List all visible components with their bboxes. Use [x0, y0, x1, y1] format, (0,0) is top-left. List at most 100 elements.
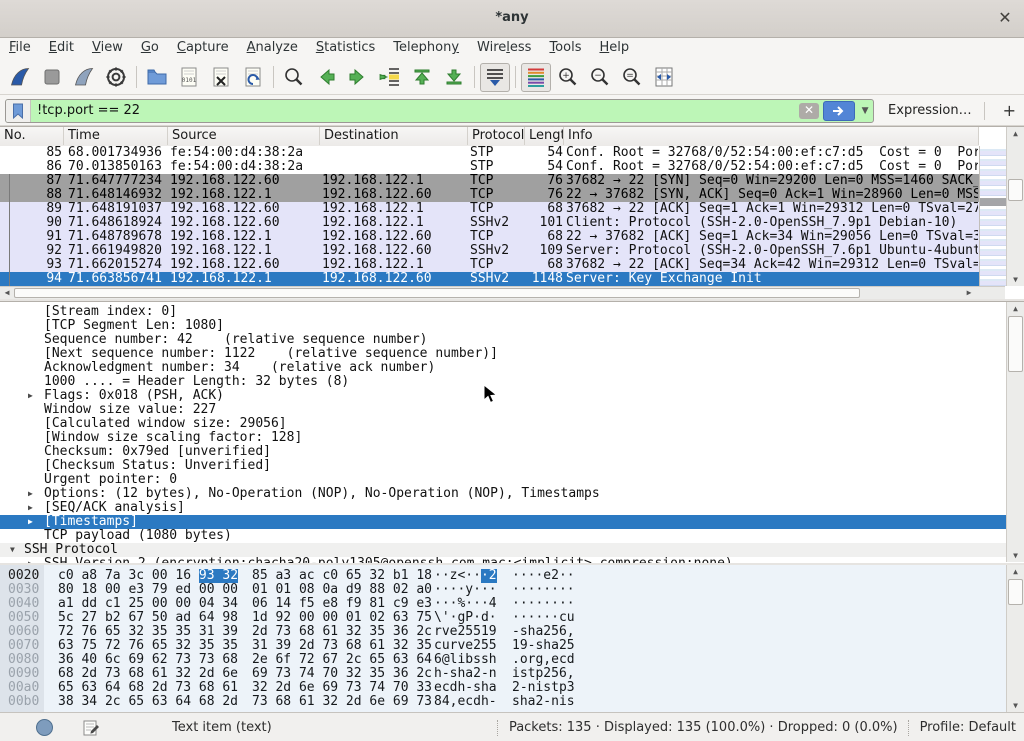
- column-header-length[interactable]: Length: [525, 127, 564, 145]
- packet-list-horizontal-scrollbar[interactable]: ◀ ▶: [0, 286, 1005, 299]
- bytes-vertical-scrollbar[interactable]: ▲ ▼: [1006, 565, 1024, 712]
- open-file-folder-icon[interactable]: [142, 63, 172, 92]
- scroll-right-arrow-icon[interactable]: ▶: [962, 287, 976, 299]
- detail-row[interactable]: [Checksum Status: Unverified]: [0, 459, 1006, 473]
- packet-row-89[interactable]: 8971.648191037192.168.122.60192.168.122.…: [0, 202, 979, 216]
- scroll-up-arrow-icon[interactable]: ▲: [1007, 302, 1024, 315]
- detail-row[interactable]: Window size value: 227: [0, 403, 1006, 417]
- capture-options-gear-icon[interactable]: [101, 63, 131, 92]
- detail-row[interactable]: Urgent pointer: 0: [0, 473, 1006, 487]
- expander-closed-icon[interactable]: ▶: [28, 515, 33, 529]
- save-file-icon[interactable]: 0101: [174, 63, 204, 92]
- hex-row-0050[interactable]: 00505c 27 b2 67 50 ad 64 981d 92 00 00 0…: [0, 611, 1006, 625]
- reload-file-icon[interactable]: [238, 63, 268, 92]
- packet-row-91[interactable]: 9171.648789678192.168.122.1192.168.122.6…: [0, 230, 979, 244]
- expander-closed-icon[interactable]: ▶: [28, 487, 33, 501]
- auto-scroll-icon[interactable]: [480, 63, 510, 92]
- go-forward-icon[interactable]: [343, 63, 373, 92]
- resize-columns-icon[interactable]: [649, 63, 679, 92]
- menu-item-analyze[interactable]: Analyze: [238, 38, 307, 57]
- menu-item-tools[interactable]: Tools: [540, 38, 590, 57]
- scroll-down-arrow-icon[interactable]: ▼: [1007, 549, 1024, 562]
- filter-text[interactable]: !tcp.port == 22: [31, 103, 799, 118]
- detail-row[interactable]: Acknowledgment number: 34 (relative ack …: [0, 361, 1006, 375]
- expander-closed-icon[interactable]: ▶: [28, 389, 33, 403]
- column-header-time[interactable]: Time: [64, 127, 168, 145]
- stop-capture-icon[interactable]: [37, 63, 67, 92]
- capture-comment-icon[interactable]: [83, 719, 100, 736]
- expander-open-icon[interactable]: ▼: [10, 543, 15, 557]
- packet-row-86[interactable]: 8670.013850163fe:54:00:d4:38:2aSTP54Conf…: [0, 160, 979, 174]
- menu-item-view[interactable]: View: [83, 38, 132, 57]
- filter-bookmark-icon[interactable]: [6, 100, 31, 122]
- zoom-out-icon[interactable]: −: [585, 63, 615, 92]
- detail-row[interactable]: Checksum: 0x79ed [unverified]: [0, 445, 1006, 459]
- scrollbar-thumb[interactable]: [1008, 579, 1023, 605]
- hex-row-0030[interactable]: 003080 18 00 e3 79 ed 00 0001 01 08 0a d…: [0, 583, 1006, 597]
- menu-item-telephony[interactable]: Telephony: [384, 38, 468, 57]
- close-icon[interactable]: ✕: [994, 7, 1016, 29]
- menu-item-go[interactable]: Go: [132, 38, 168, 57]
- restart-capture-icon[interactable]: [69, 63, 99, 92]
- scroll-down-arrow-icon[interactable]: ▼: [1007, 273, 1024, 286]
- profile-status[interactable]: Profile: Default: [920, 720, 1016, 735]
- expression-button[interactable]: Expression…: [888, 103, 972, 118]
- column-header-no[interactable]: No.: [0, 127, 64, 145]
- detail-row[interactable]: ▶[Timestamps]: [0, 515, 1006, 529]
- menu-item-capture[interactable]: Capture: [168, 38, 238, 57]
- zoom-in-icon[interactable]: +: [553, 63, 583, 92]
- detail-row[interactable]: 1000 .... = Header Length: 32 bytes (8): [0, 375, 1006, 389]
- packet-row-85[interactable]: 8568.001734936fe:54:00:d4:38:2aSTP54Conf…: [0, 146, 979, 160]
- packet-row-90[interactable]: 9071.648618924192.168.122.60192.168.122.…: [0, 216, 979, 230]
- column-header-protocol[interactable]: Protocol: [468, 127, 525, 145]
- add-filter-button[interactable]: +: [995, 101, 1024, 120]
- detail-row[interactable]: ▶Flags: 0x018 (PSH, ACK): [0, 389, 1006, 403]
- detail-row[interactable]: ▶Options: (12 bytes), No-Operation (NOP)…: [0, 487, 1006, 501]
- details-vertical-scrollbar[interactable]: ▲ ▼: [1006, 302, 1024, 562]
- detail-row[interactable]: [Stream index: 0]: [0, 305, 1006, 319]
- scrollbar-thumb[interactable]: [14, 288, 860, 298]
- detail-row[interactable]: Sequence number: 42 (relative sequence n…: [0, 333, 1006, 347]
- detail-row[interactable]: TCP payload (1080 bytes): [0, 529, 1006, 543]
- column-header-info[interactable]: Info: [564, 127, 979, 145]
- packet-row-88[interactable]: 8871.648146932192.168.122.1192.168.122.6…: [0, 188, 979, 202]
- hex-row-0020[interactable]: 0020c0 a8 7a 3c 00 16 93 3285 a3 ac c0 6…: [0, 569, 1006, 583]
- column-header-destination[interactable]: Destination: [320, 127, 468, 145]
- hex-row-00a0[interactable]: 00a065 63 64 68 2d 73 68 6132 2d 6e 69 7…: [0, 681, 1006, 695]
- packet-row-94[interactable]: 9471.663856741192.168.122.1192.168.122.6…: [0, 272, 979, 286]
- go-back-icon[interactable]: [311, 63, 341, 92]
- packet-row-92[interactable]: 9271.661949820192.168.122.1192.168.122.6…: [0, 244, 979, 258]
- packet-list-vertical-scrollbar[interactable]: ▲ ▼: [1006, 127, 1024, 286]
- menu-item-file[interactable]: File: [0, 38, 40, 57]
- packet-row-87[interactable]: 8771.647777234192.168.122.60192.168.122.…: [0, 174, 979, 188]
- hex-row-0080[interactable]: 008036 40 6c 69 62 73 73 682e 6f 72 67 2…: [0, 653, 1006, 667]
- detail-row[interactable]: ▼SSH Protocol: [0, 543, 1006, 557]
- detail-row[interactable]: [TCP Segment Len: 1080]: [0, 319, 1006, 333]
- scroll-down-arrow-icon[interactable]: ▼: [1007, 699, 1024, 712]
- hex-row-0090[interactable]: 009068 2d 73 68 61 32 2d 6e69 73 74 70 3…: [0, 667, 1006, 681]
- scroll-up-arrow-icon[interactable]: ▲: [1007, 565, 1024, 578]
- hex-row-0040[interactable]: 0040a1 dd c1 25 00 00 04 3406 14 f5 e8 f…: [0, 597, 1006, 611]
- scrollbar-thumb[interactable]: [1008, 179, 1023, 201]
- packet-row-93[interactable]: 9371.662015274192.168.122.60192.168.122.…: [0, 258, 979, 272]
- menu-item-wireless[interactable]: Wireless: [468, 38, 540, 57]
- filter-apply-button[interactable]: [823, 101, 855, 121]
- zoom-original-icon[interactable]: =: [617, 63, 647, 92]
- menu-item-edit[interactable]: Edit: [40, 38, 83, 57]
- detail-row[interactable]: [Next sequence number: 1122 (relative se…: [0, 347, 1006, 361]
- go-last-icon[interactable]: [439, 63, 469, 92]
- column-header-source[interactable]: Source: [168, 127, 320, 145]
- expander-closed-icon[interactable]: ▶: [28, 501, 33, 515]
- intelligent-scrollbar-minimap[interactable]: [979, 146, 1006, 286]
- start-capture-fin-icon[interactable]: [5, 63, 35, 92]
- detail-row[interactable]: [Window size scaling factor: 128]: [0, 431, 1006, 445]
- menu-item-statistics[interactable]: Statistics: [307, 38, 384, 57]
- detail-row[interactable]: [Calculated window size: 29056]: [0, 417, 1006, 431]
- find-packet-icon[interactable]: [279, 63, 309, 92]
- go-to-packet-icon[interactable]: [375, 63, 405, 92]
- display-filter-input[interactable]: !tcp.port == 22 ✕ ▼: [5, 99, 874, 123]
- colorize-icon[interactable]: [521, 63, 551, 92]
- hex-row-00b0[interactable]: 00b038 34 2c 65 63 64 68 2d73 68 61 32 2…: [0, 695, 1006, 709]
- scrollbar-thumb[interactable]: [1008, 316, 1023, 372]
- scroll-up-arrow-icon[interactable]: ▲: [1007, 127, 1024, 140]
